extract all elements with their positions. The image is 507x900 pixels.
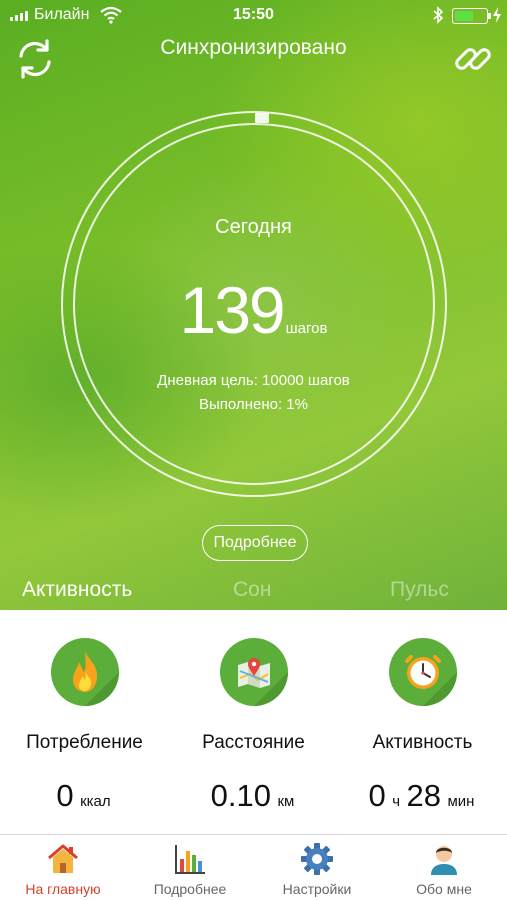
distance-unit: км (277, 793, 295, 810)
stat-active-time: Активность 0 ч 28 мин (338, 630, 507, 820)
map-pin-icon (219, 638, 288, 706)
battery-tip (488, 13, 491, 19)
step-count: 139 (179, 273, 286, 347)
nav-details[interactable]: Подробнее (127, 835, 253, 900)
status-time: 15:50 (233, 6, 274, 23)
step-counter: 139 шагов (0, 272, 507, 348)
stat-distance: Расстояние 0.10 км (169, 630, 338, 820)
nav-profile-label: Обо мне (416, 881, 472, 897)
nav-home[interactable]: На главную (0, 835, 126, 900)
stat-active-time-label: Активность (372, 732, 473, 753)
stat-calories: Потребление 0 ккал (0, 630, 169, 820)
tab-activity[interactable]: Активность (22, 578, 132, 602)
period-label: Сегодня (215, 216, 292, 238)
link-icon[interactable] (452, 38, 494, 80)
stat-active-time-value: 0 ч 28 мин (338, 778, 507, 814)
nav-profile[interactable]: Обо мне (381, 835, 507, 900)
stat-calories-value: 0 ккал (0, 778, 169, 814)
calories-number: 0 (56, 778, 74, 813)
stat-distance-label: Расстояние (202, 732, 305, 753)
progress-marker (255, 113, 269, 123)
daily-goal: Дневная цель: 10000 шагов (157, 372, 350, 389)
nav-settings-label: Настройки (282, 881, 352, 897)
bluetooth-icon (433, 6, 444, 24)
stat-calories-label: Потребление (26, 732, 143, 753)
hero-panel: Билайн 15:50 Синхронизировано Сегодня 13… (0, 0, 507, 610)
step-unit: шагов (285, 320, 328, 337)
category-tabs: Активность Сон Пульс (0, 574, 507, 610)
details-button[interactable]: Подробнее (202, 525, 308, 561)
active-hours-number: 0 (368, 778, 386, 813)
active-hours-unit: ч (392, 793, 401, 810)
status-bar: Билайн 15:50 (0, 0, 507, 30)
nav-details-label: Подробнее (153, 881, 227, 897)
home-icon (48, 844, 78, 873)
nav-home-label: На главную (25, 881, 101, 897)
nav-settings[interactable]: Настройки (254, 835, 380, 900)
clock-icon (388, 638, 457, 706)
profile-icon (431, 846, 457, 875)
calories-unit: ккал (80, 793, 111, 810)
tab-pulse[interactable]: Пульс (390, 578, 449, 602)
tab-sleep[interactable]: Сон (233, 578, 271, 602)
charging-icon (493, 7, 501, 23)
stat-distance-value: 0.10 км (169, 778, 338, 814)
active-minutes-unit: мин (447, 793, 475, 810)
sync-status-title: Синхронизировано (160, 36, 347, 59)
flame-icon (50, 638, 119, 706)
battery-icon (452, 8, 488, 24)
active-minutes-number: 28 (406, 778, 442, 813)
distance-number: 0.10 (210, 778, 271, 813)
gear-icon (301, 843, 333, 875)
battery-level (455, 11, 473, 21)
completion-percent: Выполнено: 1% (199, 396, 308, 413)
bottom-nav: На главную Подробнее Настройки Обо мне (0, 834, 507, 900)
bar-chart-icon (175, 845, 205, 874)
